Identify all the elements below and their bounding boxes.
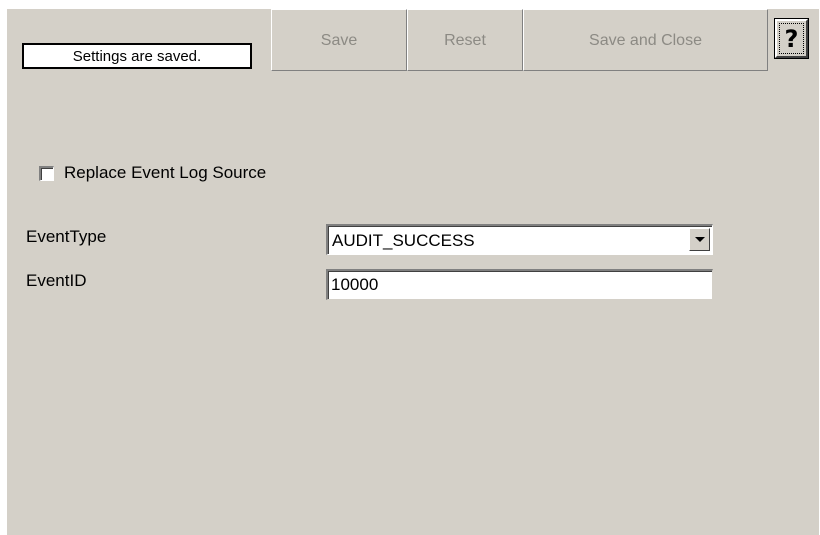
status-message: Settings are saved. xyxy=(22,43,252,69)
replace-event-log-source-label: Replace Event Log Source xyxy=(64,163,267,182)
save-button-label: Save xyxy=(320,32,358,49)
chevron-down-icon xyxy=(694,237,705,242)
help-label: ? xyxy=(784,24,799,53)
save-and-close-button-label: Save and Close xyxy=(589,32,702,49)
replace-event-log-source-row[interactable]: Replace Event Log Source xyxy=(39,163,266,183)
event-type-value: AUDIT_SUCCESS xyxy=(332,231,475,250)
event-type-dropdown-button[interactable] xyxy=(689,228,710,251)
reset-button-label: Reset xyxy=(444,32,486,49)
event-id-label: EventID xyxy=(26,271,87,290)
status-text: Settings are saved. xyxy=(72,47,202,65)
save-and-close-button[interactable]: Save and Close xyxy=(523,9,768,71)
settings-window: Save Reset Save and Close Settings are s… xyxy=(7,9,819,535)
reset-button[interactable]: Reset xyxy=(407,9,523,71)
event-type-label: EventType xyxy=(26,227,107,246)
replace-event-log-source-checkbox[interactable] xyxy=(39,165,54,181)
help-button[interactable]: ? xyxy=(774,18,809,59)
help-icon: ? xyxy=(779,23,804,54)
save-button[interactable]: Save xyxy=(271,9,407,71)
event-type-select[interactable]: AUDIT_SUCCESS xyxy=(326,224,713,255)
event-id-field[interactable] xyxy=(326,269,713,300)
